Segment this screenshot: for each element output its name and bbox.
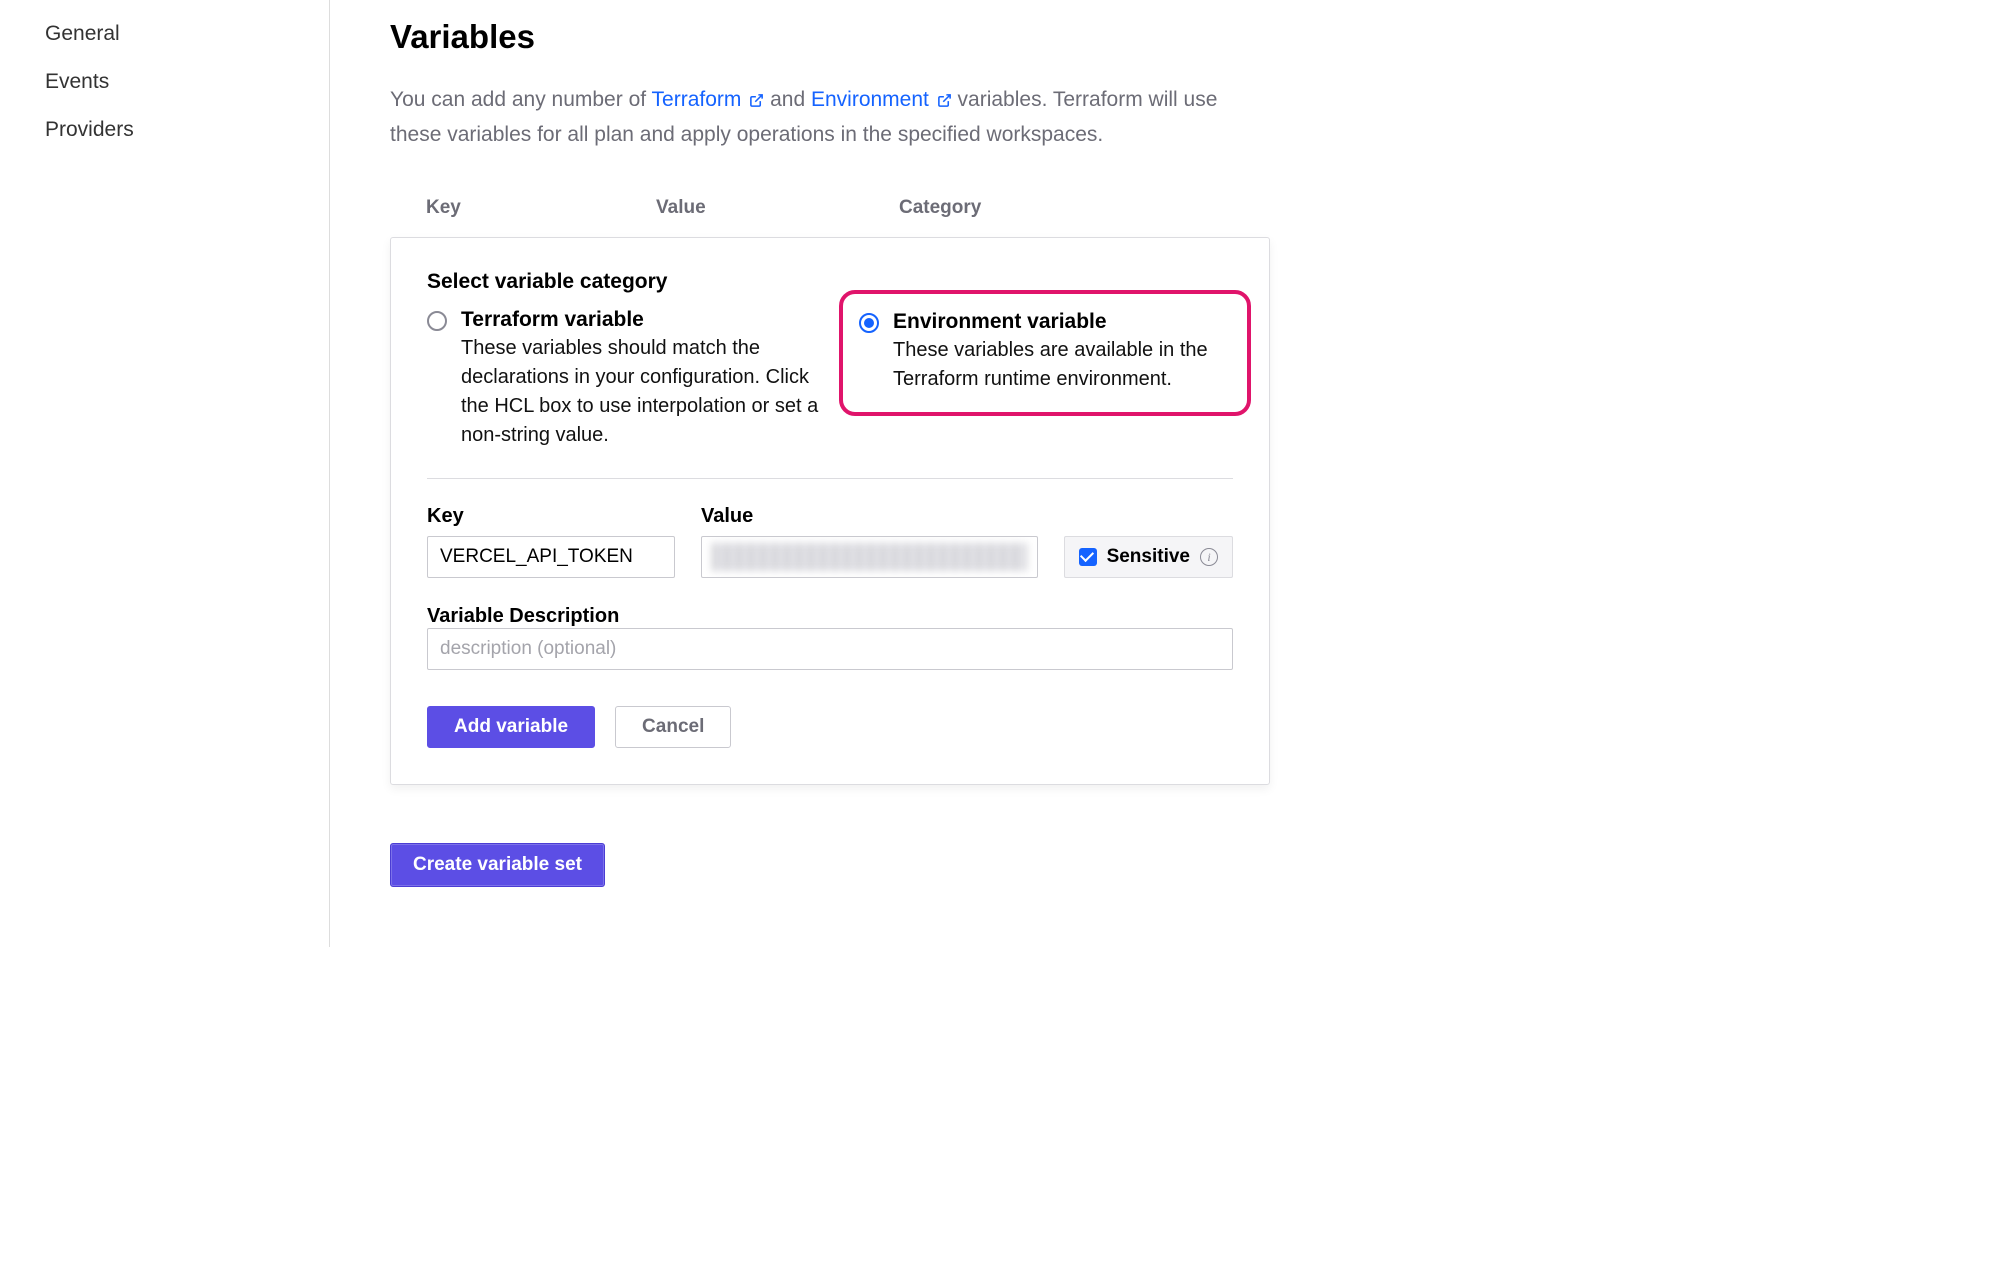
radio-environment[interactable] xyxy=(859,313,879,333)
value-label: Value xyxy=(701,505,1038,528)
cancel-button[interactable]: Cancel xyxy=(615,706,731,748)
external-link-icon xyxy=(749,86,764,119)
radio-terraform-desc: These variables should match the declara… xyxy=(461,334,837,450)
category-radio-group: Terraform variable These variables shoul… xyxy=(427,308,1233,450)
col-header-value: Value xyxy=(656,197,899,219)
column-headers: Key Value Category xyxy=(390,197,1270,237)
key-input[interactable] xyxy=(427,536,675,578)
highlight-box: Environment variable These variables are… xyxy=(839,290,1251,416)
button-row: Add variable Cancel xyxy=(427,706,1233,748)
description-block: Variable Description xyxy=(427,604,1233,670)
info-icon[interactable]: i xyxy=(1200,548,1218,566)
variable-card: Select variable category Terraform varia… xyxy=(390,237,1270,785)
page-title: Variables xyxy=(390,18,1270,56)
separator xyxy=(427,478,1233,479)
radio-terraform-option[interactable]: Terraform variable These variables shoul… xyxy=(427,308,857,450)
terraform-link[interactable]: Terraform xyxy=(652,88,765,111)
description-label: Variable Description xyxy=(427,605,619,627)
radio-environment-desc: These variables are available in the Ter… xyxy=(893,336,1231,394)
sidebar-item-general[interactable]: General xyxy=(45,10,329,58)
radio-environment-title: Environment variable xyxy=(893,310,1231,334)
radio-terraform[interactable] xyxy=(427,311,447,331)
col-header-category: Category xyxy=(899,197,981,219)
sidebar-item-providers[interactable]: Providers xyxy=(45,106,329,154)
value-input[interactable] xyxy=(701,536,1038,578)
sidebar: General Events Providers xyxy=(0,0,330,947)
environment-link[interactable]: Environment xyxy=(811,88,952,111)
main-content: Variables You can add any number of Terr… xyxy=(330,0,1330,947)
description-input[interactable] xyxy=(427,628,1233,670)
create-variable-set-button[interactable]: Create variable set xyxy=(390,843,605,887)
sensitive-toggle[interactable]: Sensitive i xyxy=(1064,536,1233,578)
intro-prefix: You can add any number of xyxy=(390,88,652,111)
sidebar-item-events[interactable]: Events xyxy=(45,58,329,106)
external-link-icon xyxy=(937,86,952,119)
key-value-row: Key Value Sensitive i xyxy=(427,505,1233,578)
col-header-key: Key xyxy=(426,197,656,219)
key-label: Key xyxy=(427,505,675,528)
radio-environment-option[interactable]: Environment variable These variables are… xyxy=(857,308,1233,450)
radio-terraform-title: Terraform variable xyxy=(461,308,837,332)
sensitive-checkbox[interactable] xyxy=(1079,548,1097,566)
intro-text: You can add any number of Terraform and … xyxy=(390,84,1270,151)
sensitive-label: Sensitive xyxy=(1107,546,1190,568)
add-variable-button[interactable]: Add variable xyxy=(427,706,595,748)
intro-and: and xyxy=(764,88,811,111)
